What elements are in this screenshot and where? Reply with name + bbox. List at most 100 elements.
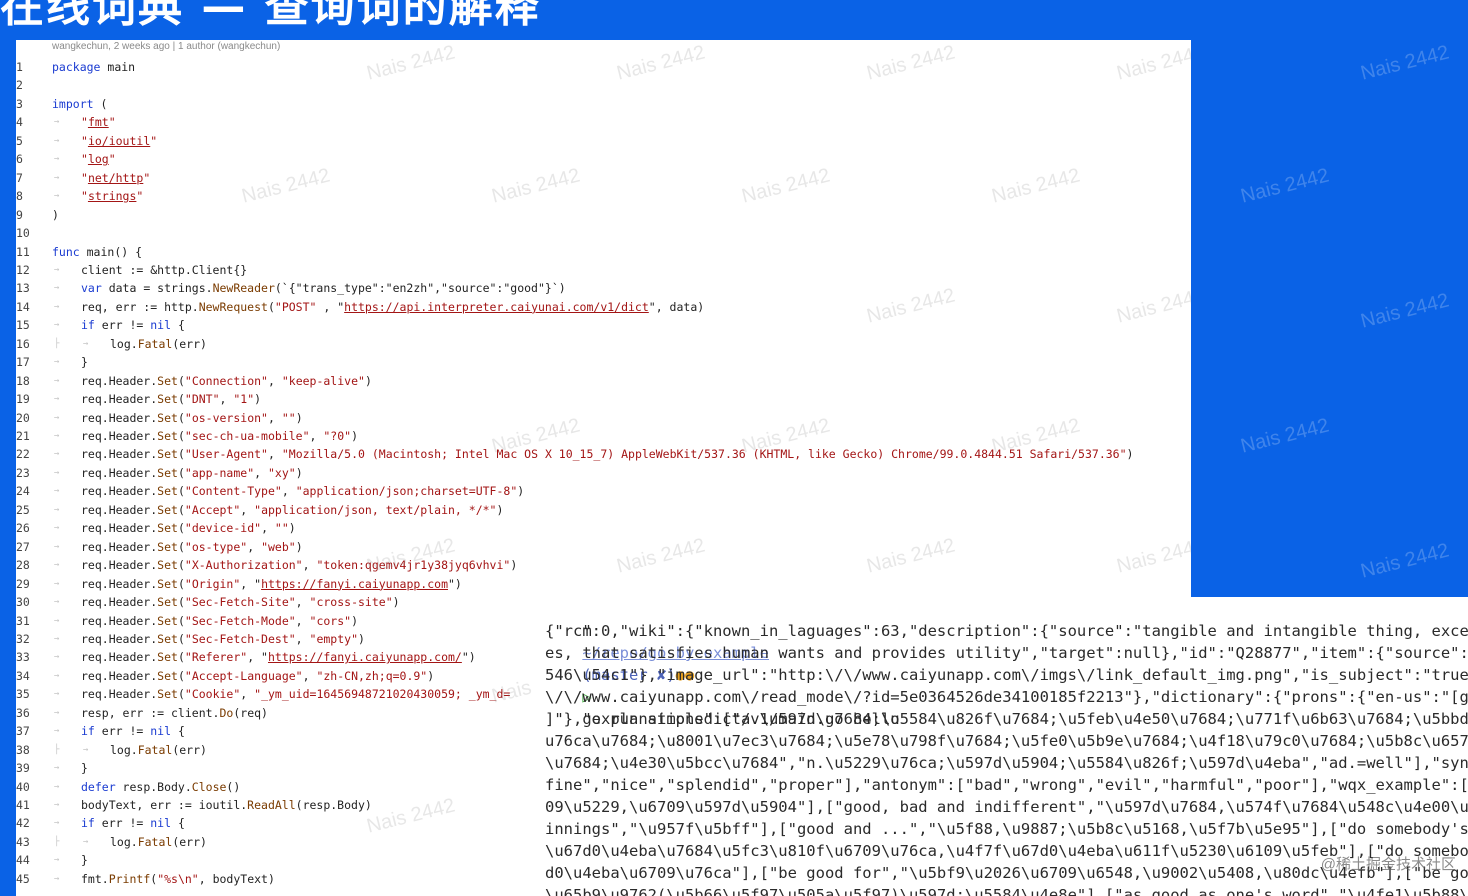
- code-token: (: [177, 576, 185, 591]
- code-token: Set: [157, 613, 178, 628]
- code-line[interactable]: 9): [16, 206, 1191, 224]
- code-token: (req): [233, 705, 268, 720]
- code-token: {: [171, 816, 185, 831]
- code-text: ): [52, 206, 59, 224]
- code-line[interactable]: 21 → req.Header.Set("sec-ch-ua-mobile", "?…: [16, 427, 1191, 445]
- code-token: ReadAll: [247, 798, 296, 812]
- code-token: req.Header.: [81, 613, 158, 628]
- code-line[interactable]: 17 →}: [16, 353, 1191, 371]
- code-line[interactable]: 23 → req.Header.Set("app-name", "xy"): [16, 464, 1191, 482]
- line-number: 33: [16, 650, 30, 665]
- code-line[interactable]: 19 → req.Header.Set("DNT", "1"): [16, 390, 1191, 408]
- code-token: ): [517, 484, 525, 499]
- code-token: (: [267, 299, 275, 314]
- line-number: 27: [16, 539, 30, 554]
- terminal-panel[interactable]: m ~/repo/go-by-example (master ✘)●● ▷ go…: [536, 597, 1468, 896]
- indent-guide-icon: →: [54, 375, 60, 386]
- code-token: Set: [157, 465, 178, 480]
- code-line[interactable]: 2: [16, 76, 1191, 94]
- code-token: fmt.: [81, 871, 109, 886]
- code-token: {: [171, 318, 185, 333]
- code-text: req.Header.Set("device-id", ""): [81, 519, 296, 537]
- code-text: import (: [52, 95, 107, 113]
- code-line[interactable]: 26 → req.Header.Set("device-id", ""): [16, 519, 1191, 537]
- code-line[interactable]: 28 → req.Header.Set("X-Authorization", "to…: [16, 556, 1191, 574]
- code-line[interactable]: 24 → req.Header.Set("Content-Type", "appli…: [16, 482, 1191, 500]
- code-token[interactable]: net/http: [88, 171, 143, 185]
- code-line[interactable]: 4 → "fmt": [16, 113, 1191, 131]
- code-token[interactable]: https://api.interpreter.caiyunai.com/v1/…: [344, 300, 649, 314]
- code-token: Set: [157, 521, 178, 536]
- code-token: ): [295, 539, 303, 554]
- code-token: req.Header.: [81, 595, 158, 610]
- code-token: "Connection": [184, 373, 268, 388]
- code-text: }: [81, 759, 88, 777]
- code-line[interactable]: 18 → req.Header.Set("Connection", "keep-al…: [16, 372, 1191, 390]
- code-token: ,: [295, 631, 310, 646]
- code-line[interactable]: 10: [16, 224, 1191, 242]
- code-token: ": [81, 133, 88, 148]
- code-text: "strings": [81, 187, 143, 205]
- code-token: (: [177, 429, 185, 443]
- code-token: req, err := http.: [81, 299, 199, 314]
- code-line[interactable]: 27 → req.Header.Set("os-type", "web"): [16, 538, 1191, 556]
- code-token[interactable]: https://fanyi.caiyunapp.com: [261, 577, 448, 591]
- code-token: package: [52, 60, 101, 74]
- code-token: nil: [150, 318, 172, 333]
- terminal-output-line: ]"},"explanations":["a.\u597d\u7684;\u55…: [545, 710, 1468, 728]
- code-token: "cors": [309, 613, 352, 628]
- code-token: Set: [157, 576, 178, 591]
- code-text: req.Header.Set("DNT", "1"): [81, 390, 261, 408]
- code-token[interactable]: log: [88, 152, 109, 166]
- code-line[interactable]: 15 → if err != nil {: [16, 316, 1191, 334]
- code-token: ): [351, 613, 359, 628]
- code-line[interactable]: 14 → req, err := http.NewRequest("POST" , …: [16, 298, 1191, 316]
- code-line[interactable]: 11 func main() {: [16, 243, 1191, 261]
- code-token: (: [93, 96, 108, 111]
- code-text: "io/ioutil": [81, 132, 157, 150]
- code-text: req.Header.Set("Sec-Fetch-Site", "cross-…: [81, 593, 400, 611]
- git-blame-annotation[interactable]: wangkechun, 2 weeks ago | 1 author (wang…: [52, 41, 280, 52]
- code-line[interactable]: 7 → "net/http": [16, 169, 1191, 187]
- code-token[interactable]: fmt: [88, 115, 109, 129]
- line-number: 6: [16, 152, 23, 167]
- code-token: ": [136, 189, 144, 204]
- code-token: "os-type": [184, 539, 248, 554]
- code-line[interactable]: 8 → "strings": [16, 187, 1191, 205]
- code-token: ,: [267, 410, 282, 425]
- line-number: 13: [16, 281, 30, 296]
- code-line[interactable]: 1 package main: [16, 58, 1191, 76]
- code-line[interactable]: 22 → req.Header.Set("User-Agent", "Mozilla…: [16, 445, 1191, 463]
- code-token: "?0": [323, 429, 352, 443]
- code-text: bodyText, err := ioutil.ReadAll(resp.Bod…: [81, 796, 372, 814]
- code-token: NewReader: [212, 281, 275, 296]
- code-token[interactable]: strings: [88, 189, 136, 203]
- code-token[interactable]: io/ioutil: [88, 134, 150, 148]
- code-token: Set: [157, 373, 178, 388]
- code-line[interactable]: 12 → client := &http.Client{}: [16, 261, 1191, 279]
- code-token: ": [143, 170, 151, 185]
- code-line[interactable]: 5 → "io/ioutil": [16, 132, 1191, 150]
- code-token: "zh-CN,zh;q=0.9": [316, 668, 428, 683]
- code-line[interactable]: 20 → req.Header.Set("os-version", ""): [16, 409, 1191, 427]
- code-line[interactable]: 3 import (: [16, 95, 1191, 113]
- code-line[interactable]: 13 → var data = strings.NewReader(`{"trans…: [16, 279, 1191, 297]
- code-text: req.Header.Set("Origin", "https://fanyi.…: [81, 575, 462, 593]
- code-token: "POST": [274, 299, 317, 314]
- code-text: req.Header.Set("app-name", "xy"): [81, 464, 303, 482]
- code-token[interactable]: https://fanyi.caiyunapp.com/: [268, 650, 462, 664]
- indent-guide-icon: →: [54, 781, 60, 792]
- code-token: Set: [157, 392, 178, 407]
- line-number: 45: [16, 871, 30, 886]
- code-line[interactable]: 29 → req.Header.Set("Origin", "https://fan…: [16, 575, 1191, 593]
- code-text: req.Header.Set("Cookie", "_ym_uid=164569…: [81, 685, 510, 703]
- code-line[interactable]: 6 → "log": [16, 150, 1191, 168]
- line-number: 21: [16, 429, 30, 443]
- code-line[interactable]: 25 → req.Header.Set("Accept", "application…: [16, 501, 1191, 519]
- code-token: main: [107, 60, 136, 74]
- indent-guide-icon: →: [54, 504, 60, 515]
- code-token: main() {: [79, 244, 143, 259]
- code-line[interactable]: 16 ├ → log.Fatal(err): [16, 335, 1191, 353]
- code-token: ): [427, 668, 435, 683]
- code-token: ): [358, 631, 365, 646]
